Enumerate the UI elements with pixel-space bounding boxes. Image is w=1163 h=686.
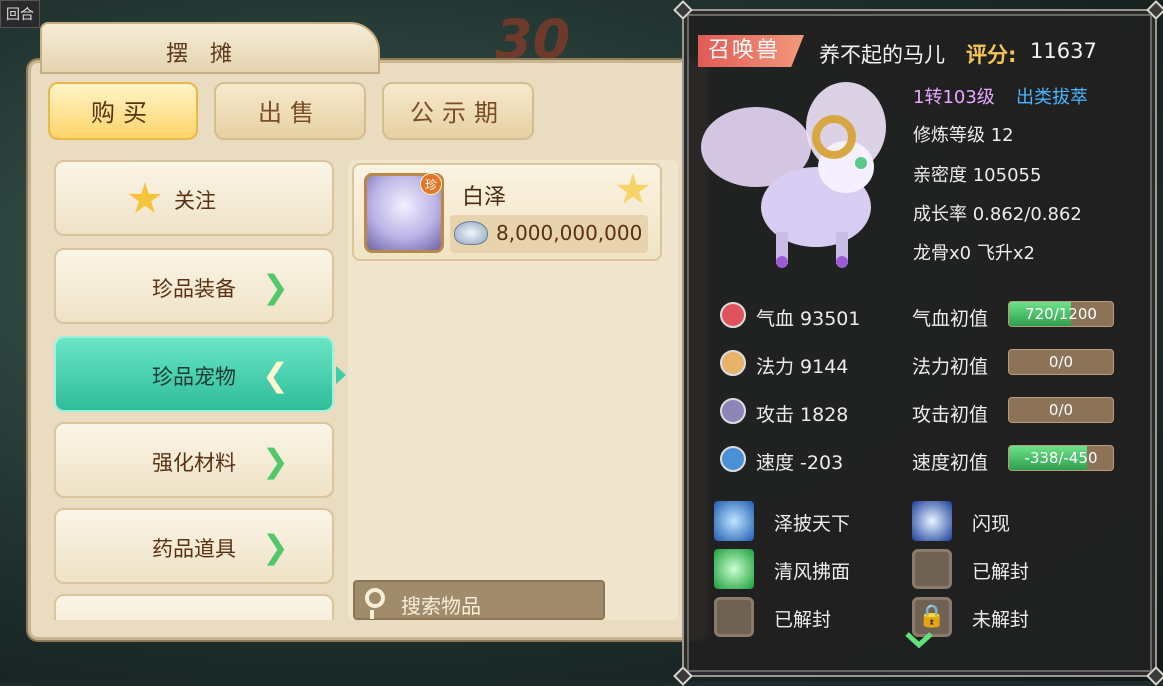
- tab-sell[interactable]: 出售: [214, 82, 366, 140]
- score-label: 评分:: [966, 43, 1017, 67]
- empty-slot-icon[interactable]: [912, 549, 952, 589]
- skill-label: 未解封: [972, 609, 1030, 631]
- category-rare-pet[interactable]: 珍品宠物 ❮: [54, 336, 334, 412]
- pet-detail-panel: 召唤兽 养不起的马儿 评分: 11637 1转103级 出类拔萃 修炼等级 12…: [673, 0, 1163, 686]
- stat-hp-bar-text: 720/1200: [1025, 305, 1097, 323]
- category-medicine-items[interactable]: 药品道具 ❯: [54, 508, 334, 584]
- pet-class: 出类拔萃: [1016, 87, 1088, 108]
- heart-icon: [720, 302, 746, 328]
- speed-icon: [720, 446, 746, 472]
- search-placeholder: 搜索物品: [401, 594, 481, 618]
- category-follow[interactable]: 关注: [54, 160, 334, 236]
- stat-speed: 速度 -203: [756, 452, 844, 474]
- category-label: 珍品宠物: [152, 365, 236, 389]
- silver-ingot-icon: [454, 221, 488, 245]
- star-icon: [128, 182, 162, 213]
- tab-buy-label: 购买: [91, 99, 155, 127]
- stat-attack: 攻击 1828: [756, 404, 849, 426]
- stat-speed-bar: -338/-450: [1008, 445, 1114, 471]
- category-rare-equipment[interactable]: 珍品装备 ❯: [54, 248, 334, 324]
- score-value: 11637: [1030, 39, 1097, 63]
- flash-skill-icon[interactable]: [912, 501, 952, 541]
- category-list[interactable]: 关注 珍品装备 ❯ 珍品宠物 ❮ 强化材料 ❯ 药品道具 ❯: [50, 160, 338, 620]
- stat-attack-init-label: 攻击初值: [912, 404, 989, 426]
- skill-label: 清风拂面: [774, 561, 851, 583]
- skill-label: 泽披天下: [774, 513, 851, 535]
- rare-badge: 珍: [420, 173, 442, 195]
- pet-level: 1转103级: [913, 87, 995, 108]
- skill-label: 已解封: [774, 609, 832, 631]
- chevron-left-icon: ❮: [262, 356, 289, 394]
- summon-beast-tag: 召唤兽: [698, 35, 804, 67]
- mana-icon: [720, 350, 746, 376]
- favorite-star-icon[interactable]: [616, 173, 650, 204]
- category-enhance-material[interactable]: 强化材料 ❯: [54, 422, 334, 498]
- stat-speed-bar-text: -338/-450: [1024, 449, 1098, 467]
- chevron-down-icon[interactable]: [904, 631, 934, 649]
- category-more[interactable]: [54, 594, 334, 620]
- chevron-right-icon: ❯: [262, 528, 289, 566]
- panel-title-bar: 摆摊: [40, 22, 380, 74]
- sword-icon: [720, 398, 746, 424]
- panel-title: 摆摊: [165, 42, 254, 67]
- stat-mp-init-label: 法力初值: [912, 356, 989, 378]
- category-label: 关注: [174, 189, 216, 213]
- skill-label: 闪现: [972, 513, 1011, 535]
- tab-publicity[interactable]: 公示期: [382, 82, 534, 140]
- stat-hp: 气血 93501: [756, 308, 861, 330]
- tab-sell-label: 出售: [258, 99, 322, 127]
- stat-speed-init-label: 速度初值: [912, 452, 989, 474]
- growth-rate: 成长率 0.862/0.862: [913, 204, 1082, 225]
- active-pointer-icon: [336, 366, 346, 384]
- wing-skill-icon[interactable]: [714, 501, 754, 541]
- category-label: 珍品装备: [152, 277, 236, 301]
- item-name: 白泽: [462, 185, 507, 210]
- tab-buy[interactable]: 购买: [48, 82, 198, 140]
- dragon-bone-ascend: 龙骨x0 飞升x2: [913, 243, 1035, 264]
- stat-attack-bar-text: 0/0: [1048, 401, 1074, 419]
- stat-mp-bar: 0/0: [1008, 349, 1114, 375]
- pet-illustration: [701, 82, 886, 268]
- stat-hp-init-label: 气血初值: [912, 308, 989, 330]
- stat-attack-bar: 0/0: [1008, 397, 1114, 423]
- item-price: 8,000,000,000: [496, 221, 643, 245]
- chevron-right-icon: ❯: [262, 442, 289, 480]
- chevron-right-icon: ❯: [262, 268, 289, 306]
- cultivation-level: 修炼等级 12: [913, 125, 1014, 146]
- intimacy: 亲密度 105055: [913, 165, 1042, 186]
- stat-mp-bar-text: 0/0: [1048, 353, 1074, 371]
- stat-mp: 法力 9144: [756, 356, 849, 378]
- round-label: 回合: [0, 0, 40, 28]
- search-input[interactable]: 搜索物品: [353, 580, 605, 620]
- category-label: 强化材料: [152, 451, 236, 475]
- search-icon: [365, 588, 385, 619]
- tab-publicity-label: 公示期: [410, 99, 506, 127]
- wind-skill-icon[interactable]: [714, 549, 754, 589]
- item-card[interactable]: 珍 白泽 8,000,000,000: [352, 163, 662, 261]
- skill-label: 已解封: [972, 561, 1030, 583]
- pet-name: 养不起的马儿: [819, 43, 945, 67]
- category-label: 药品道具: [152, 537, 236, 561]
- stat-hp-bar: 720/1200: [1008, 301, 1114, 327]
- empty-slot-icon[interactable]: [714, 597, 754, 637]
